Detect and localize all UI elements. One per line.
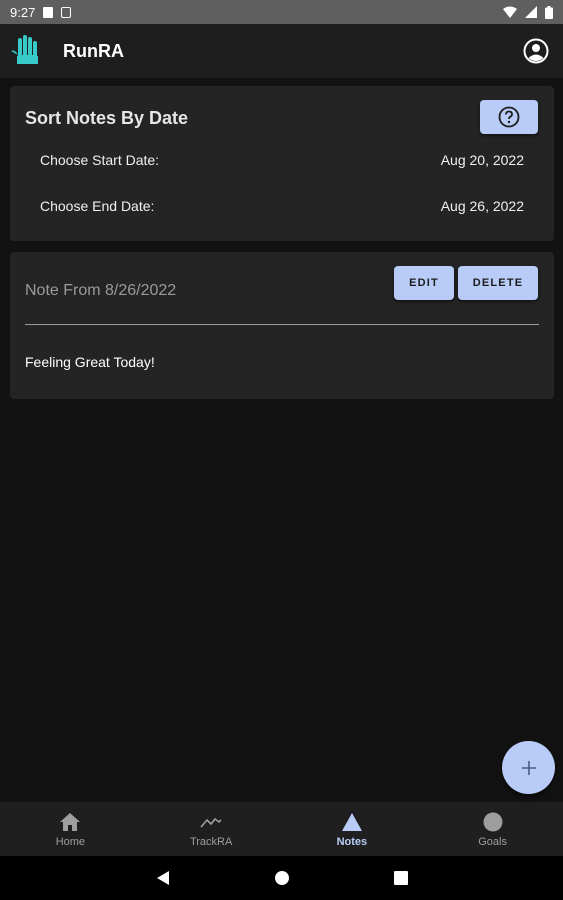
note-card: Note From 8/26/2022 EDIT DELETE Feeling … <box>10 252 554 399</box>
edit-note-button[interactable]: EDIT <box>394 266 454 300</box>
app-bar: RunRA <box>0 24 563 78</box>
delete-note-button[interactable]: DELETE <box>458 266 538 300</box>
account-button[interactable] <box>523 38 549 64</box>
back-icon[interactable] <box>156 870 170 886</box>
hand-logo-icon <box>11 35 38 64</box>
battery-icon <box>545 5 553 19</box>
help-button[interactable] <box>480 100 538 134</box>
nav-label-notes: Notes <box>336 835 368 848</box>
home-button-icon[interactable] <box>274 870 290 886</box>
sim-card-icon <box>43 6 54 18</box>
help-icon <box>498 106 520 128</box>
sort-notes-card: Sort Notes By Date Choose Start Date: Au… <box>10 86 554 241</box>
wifi-icon <box>503 6 517 18</box>
status-bar: 9:27 <box>0 0 563 24</box>
triangle-icon <box>341 811 363 833</box>
start-date-label: Choose Start Date: <box>40 152 160 168</box>
note-body: Feeling Great Today! <box>25 354 155 370</box>
nav-item-notes[interactable]: Notes <box>282 802 423 856</box>
add-note-button[interactable] <box>502 741 555 794</box>
plus-icon <box>521 760 536 775</box>
note-title: Note From 8/26/2022 <box>25 282 177 299</box>
recents-icon[interactable] <box>393 871 408 885</box>
end-date-label: Choose End Date: <box>40 198 155 214</box>
end-date-value[interactable]: Aug 26, 2022 <box>441 198 524 214</box>
bottom-navigation: Home TrackRA Notes Goals <box>0 802 563 856</box>
home-icon <box>59 811 81 833</box>
nav-label-trackra: TrackRA <box>189 835 233 848</box>
note-divider <box>25 324 539 325</box>
nav-label-goals: Goals <box>478 835 507 848</box>
nav-item-home[interactable]: Home <box>0 802 141 856</box>
nav-item-trackra[interactable]: TrackRA <box>141 802 282 856</box>
status-time: 9:27 <box>10 4 36 20</box>
nav-item-goals[interactable]: Goals <box>422 802 563 856</box>
storage-icon <box>61 6 72 18</box>
account-circle-icon <box>523 38 549 64</box>
start-date-value[interactable]: Aug 20, 2022 <box>441 152 524 168</box>
sort-card-title: Sort Notes By Date <box>25 108 189 128</box>
app-title: RunRA <box>63 40 124 61</box>
system-navigation-bar <box>0 856 563 900</box>
circle-icon <box>482 811 504 833</box>
cellular-signal-icon <box>525 6 537 18</box>
trend-icon <box>200 811 222 833</box>
nav-label-home: Home <box>55 835 86 848</box>
app-logo <box>9 33 45 69</box>
